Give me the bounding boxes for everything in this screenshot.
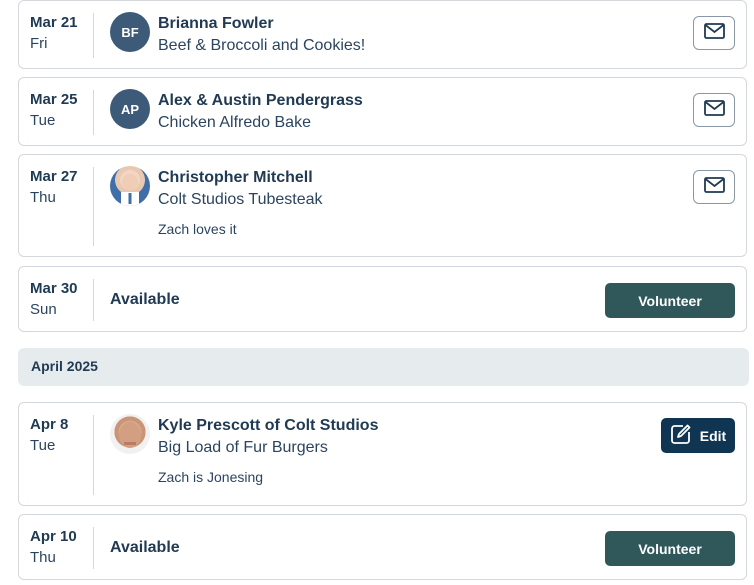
entry-weekday: Sun	[30, 301, 57, 318]
volunteer-name: Alex & Austin Pendergrass	[158, 92, 363, 109]
entry-weekday: Tue	[30, 437, 56, 454]
availability-status: Available	[110, 291, 180, 308]
month-header: April 2025	[18, 348, 749, 386]
avatar-photo	[110, 166, 150, 206]
meal-description: Big Load of Fur Burgers	[158, 439, 328, 456]
meal-description: Beef & Broccoli and Cookies!	[158, 37, 366, 54]
entry-divider	[93, 90, 94, 135]
entry-date: Apr 8 Tue	[30, 415, 94, 457]
meal-entry-card: Mar 27 Thu Christopher Mitchell Colt Stu…	[18, 154, 747, 257]
email-button[interactable]	[693, 170, 735, 204]
entry-weekday: Thu	[30, 549, 56, 566]
edit-icon	[670, 423, 692, 448]
entry-day: Apr 8	[30, 416, 69, 433]
edit-button[interactable]: Edit	[661, 418, 735, 453]
entry-divider	[93, 279, 94, 321]
volunteer-name: Brianna Fowler	[158, 15, 274, 32]
entry-date: Mar 27 Thu	[30, 167, 94, 209]
entry-divider	[93, 167, 94, 246]
volunteer-button[interactable]: Volunteer	[605, 283, 735, 318]
entry-divider	[93, 13, 94, 58]
entry-day: Mar 21	[30, 14, 78, 31]
email-button[interactable]	[693, 16, 735, 50]
entry-date: Mar 25 Tue	[30, 90, 94, 132]
mail-icon	[703, 22, 725, 44]
entry-weekday: Fri	[30, 35, 48, 52]
month-header-label: April 2025	[31, 358, 98, 374]
entry-divider	[93, 527, 94, 569]
volunteer-button[interactable]: Volunteer	[605, 531, 735, 566]
meal-description: Colt Studios Tubesteak	[158, 191, 323, 208]
entry-day: Mar 25	[30, 91, 78, 108]
available-slot-card: Mar 30 Sun Available Volunteer	[18, 266, 747, 332]
entry-weekday: Thu	[30, 189, 56, 206]
entry-weekday: Tue	[30, 112, 56, 129]
avatar: BF	[110, 12, 150, 52]
volunteer-name: Kyle Prescott of Colt Studios	[158, 417, 379, 434]
meal-description: Chicken Alfredo Bake	[158, 114, 311, 131]
meal-entry-card: Mar 25 Tue AP Alex & Austin Pendergrass …	[18, 77, 747, 146]
entry-day: Mar 30	[30, 280, 78, 297]
edit-button-label: Edit	[699, 427, 727, 444]
meal-note: Zach is Jonesing	[158, 469, 264, 485]
email-button[interactable]	[693, 93, 735, 127]
volunteer-name: Christopher Mitchell	[158, 169, 313, 186]
entry-divider	[93, 415, 94, 495]
entry-day: Mar 27	[30, 168, 78, 185]
mail-icon	[703, 176, 725, 198]
mail-icon	[703, 99, 725, 121]
entry-date: Apr 10 Thu	[30, 527, 94, 569]
avatar: AP	[110, 89, 150, 129]
entry-date: Mar 30 Sun	[30, 279, 94, 321]
available-slot-card: Apr 10 Thu Available Volunteer	[18, 514, 747, 580]
avatar-photo	[110, 414, 150, 454]
availability-status: Available	[110, 539, 180, 556]
entry-day: Apr 10	[30, 528, 77, 545]
meal-note: Zach loves it	[158, 221, 237, 237]
meal-entry-card: Apr 8 Tue Kyle Prescott of Colt Studios …	[18, 402, 747, 506]
meal-entry-card: Mar 21 Fri BF Brianna Fowler Beef & Broc…	[18, 0, 747, 69]
entry-date: Mar 21 Fri	[30, 13, 94, 55]
